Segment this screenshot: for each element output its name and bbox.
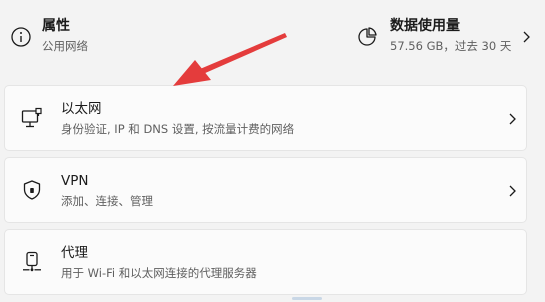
properties-summary[interactable]: 属性 公用网络 [8, 16, 268, 56]
info-icon [11, 27, 31, 47]
ethernet-title: 以太网 [61, 101, 102, 117]
data-usage-subtitle: 57.56 GB，过去 30 天 [390, 39, 512, 53]
data-usage-summary[interactable]: 数据使用量 57.56 GB，过去 30 天 [356, 16, 536, 56]
proxy-subtitle: 用于 Wi-Fi 和以太网连接的代理服务器 [61, 266, 257, 280]
pie-chart-icon [358, 27, 377, 46]
proxy-card[interactable]: 代理 用于 Wi-Fi 和以太网连接的代理服务器 [4, 229, 527, 295]
proxy-title: 代理 [61, 245, 88, 261]
properties-subtitle: 公用网络 [42, 39, 88, 53]
ethernet-icon [21, 107, 42, 128]
network-summary: 属性 公用网络 数据使用量 57.56 GB，过去 30 天 [0, 0, 545, 78]
chevron-right-icon [523, 31, 530, 43]
vpn-subtitle: 添加、连接、管理 [61, 194, 153, 208]
properties-title: 属性 [42, 18, 70, 34]
ethernet-subtitle: 身份验证, IP 和 DNS 设置, 按流量计费的网络 [61, 122, 295, 136]
shield-icon [23, 180, 41, 200]
chevron-right-icon [509, 185, 516, 197]
ethernet-card[interactable]: 以太网 身份验证, IP 和 DNS 设置, 按流量计费的网络 [4, 85, 527, 151]
vpn-title: VPN [61, 173, 89, 189]
scroll-indicator [292, 297, 322, 300]
data-usage-title: 数据使用量 [390, 18, 460, 34]
chevron-right-icon [509, 113, 516, 125]
proxy-server-icon [23, 251, 41, 272]
vpn-card[interactable]: VPN 添加、连接、管理 [4, 157, 527, 223]
